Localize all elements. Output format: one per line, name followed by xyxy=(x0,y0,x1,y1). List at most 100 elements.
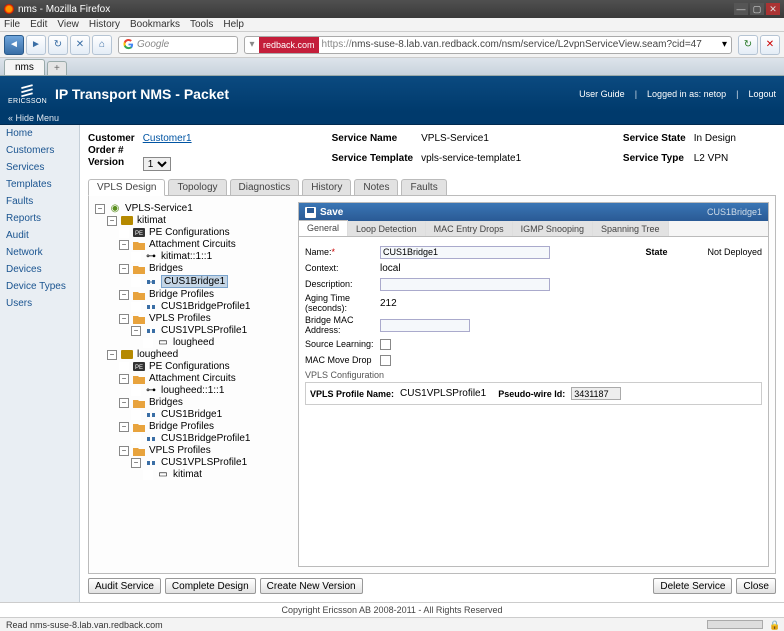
tree-br2[interactable]: CUS1Bridge1 xyxy=(161,409,222,420)
tree-expander[interactable]: − xyxy=(119,290,129,300)
tree-vp1-child[interactable]: lougheed xyxy=(173,337,214,348)
tree-bridges[interactable]: Bridges xyxy=(149,397,183,408)
tree-bridge-profiles[interactable]: Bridge Profiles xyxy=(149,289,214,300)
sidebar-item-network[interactable]: Network xyxy=(0,244,79,261)
tree-ac2[interactable]: lougheed::1::1 xyxy=(161,385,224,396)
menu-tools[interactable]: Tools xyxy=(190,19,213,30)
complete-design-button[interactable]: Complete Design xyxy=(165,578,256,594)
tree-pe-config[interactable]: PE Configurations xyxy=(149,361,230,372)
save-button[interactable]: Save xyxy=(305,207,343,218)
sidebar-item-customers[interactable]: Customers xyxy=(0,142,79,159)
tree-expander[interactable]: − xyxy=(119,398,129,408)
tree-expander[interactable]: − xyxy=(131,458,141,468)
abp-icon[interactable]: ✕ xyxy=(760,35,780,55)
name-input[interactable] xyxy=(380,246,550,259)
audit-service-button[interactable]: Audit Service xyxy=(88,578,161,594)
menu-bookmarks[interactable]: Bookmarks xyxy=(130,19,180,30)
tree-ac1[interactable]: kitimat::1::1 xyxy=(161,251,212,262)
tree-expander[interactable]: − xyxy=(119,374,129,384)
site-identity-badge[interactable]: redback.com xyxy=(259,37,319,53)
tree-vpls-profiles[interactable]: VPLS Profiles xyxy=(149,445,211,456)
menu-history[interactable]: History xyxy=(89,19,120,30)
tree-bp1[interactable]: CUS1BridgeProfile1 xyxy=(161,301,251,312)
tree-expander[interactable]: − xyxy=(119,314,129,324)
tree-expander[interactable]: − xyxy=(107,350,117,360)
sidebar-item-users[interactable]: Users xyxy=(0,295,79,312)
tree-expander[interactable]: − xyxy=(119,446,129,456)
form-tab-loop[interactable]: Loop Detection xyxy=(348,221,426,236)
create-new-version-button[interactable]: Create New Version xyxy=(260,578,363,594)
sidebar-item-faults[interactable]: Faults xyxy=(0,193,79,210)
new-tab-button[interactable]: + xyxy=(47,61,67,75)
maximize-button[interactable]: ▢ xyxy=(750,3,764,15)
sidebar-item-home[interactable]: Home xyxy=(0,125,79,142)
stop-button[interactable]: ✕ xyxy=(70,35,90,55)
tab-diagnostics[interactable]: Diagnostics xyxy=(230,179,300,195)
forward-button[interactable]: ► xyxy=(26,35,46,55)
form-tab-mac-drops[interactable]: MAC Entry Drops xyxy=(426,221,513,236)
tree-pe-config[interactable]: PE Configurations xyxy=(149,227,230,238)
tab-vpls-design[interactable]: VPLS Design xyxy=(88,179,165,196)
form-tab-igmp[interactable]: IGMP Snooping xyxy=(513,221,593,236)
browser-tab[interactable]: nms xyxy=(4,59,45,75)
dropdown-icon[interactable]: ▾ xyxy=(245,39,259,50)
description-input[interactable] xyxy=(380,278,550,291)
sidebar-item-audit[interactable]: Audit xyxy=(0,227,79,244)
tree-bp2[interactable]: CUS1BridgeProfile1 xyxy=(161,433,251,444)
reload-button[interactable]: ↻ xyxy=(48,35,68,55)
form-tab-general[interactable]: General xyxy=(299,220,348,236)
lock-icon: 🔒 xyxy=(769,620,778,629)
tab-topology[interactable]: Topology xyxy=(168,179,226,195)
tree-service[interactable]: VPLS-Service1 xyxy=(125,203,193,214)
tree-expander[interactable]: − xyxy=(119,240,129,250)
tree-bridge-cus1[interactable]: CUS1Bridge1 xyxy=(161,275,228,288)
pseudowire-id-input[interactable] xyxy=(571,387,621,400)
tab-notes[interactable]: Notes xyxy=(354,179,398,195)
refresh-button[interactable]: ↻ xyxy=(738,35,758,55)
tree-ne-kitimat[interactable]: kitimat xyxy=(137,215,166,226)
tree-vp2-child[interactable]: kitimat xyxy=(173,469,202,480)
hide-menu-toggle[interactable]: « Hide Menu xyxy=(0,112,784,125)
menu-file[interactable]: File xyxy=(4,19,20,30)
tree-expander[interactable]: − xyxy=(107,216,117,226)
sidebar-item-services[interactable]: Services xyxy=(0,159,79,176)
tree-bridges[interactable]: Bridges xyxy=(149,263,183,274)
form-tab-stp[interactable]: Spanning Tree xyxy=(593,221,669,236)
tree-expander[interactable]: − xyxy=(119,422,129,432)
tree-expander[interactable]: − xyxy=(95,204,105,214)
tree-expander[interactable]: − xyxy=(119,264,129,274)
close-button[interactable]: Close xyxy=(736,578,776,594)
menu-edit[interactable]: Edit xyxy=(30,19,47,30)
mac-move-drop-checkbox[interactable] xyxy=(380,355,391,366)
search-box[interactable]: Google xyxy=(118,36,238,54)
menu-view[interactable]: View xyxy=(57,19,79,30)
menu-help[interactable]: Help xyxy=(223,19,244,30)
home-button[interactable]: ⌂ xyxy=(92,35,112,55)
url-dropdown-icon[interactable]: ▾ xyxy=(718,39,731,50)
sidebar-item-templates[interactable]: Templates xyxy=(0,176,79,193)
tree-attach-circuits[interactable]: Attachment Circuits xyxy=(149,239,236,250)
delete-service-button[interactable]: Delete Service xyxy=(653,578,732,594)
close-window-button[interactable]: ✕ xyxy=(766,3,780,15)
tree-vpls-profiles[interactable]: VPLS Profiles xyxy=(149,313,211,324)
sidebar-item-device-types[interactable]: Device Types xyxy=(0,278,79,295)
url-bar[interactable]: ▾ redback.com https://nms-suse-8.lab.van… xyxy=(244,36,732,54)
bridge-mac-input[interactable] xyxy=(380,319,470,332)
tree-ne-lougheed[interactable]: lougheed xyxy=(137,349,178,360)
tree-expander[interactable]: − xyxy=(131,326,141,336)
tree-bridge-profiles[interactable]: Bridge Profiles xyxy=(149,421,214,432)
sidebar-item-reports[interactable]: Reports xyxy=(0,210,79,227)
back-button[interactable]: ◄ xyxy=(4,35,24,55)
tree-attach-circuits[interactable]: Attachment Circuits xyxy=(149,373,236,384)
sidebar-item-devices[interactable]: Devices xyxy=(0,261,79,278)
tab-history[interactable]: History xyxy=(302,179,351,195)
version-select[interactable]: 1 xyxy=(143,157,171,171)
tab-faults[interactable]: Faults xyxy=(401,179,446,195)
tree-vp2[interactable]: CUS1VPLSProfile1 xyxy=(161,457,247,468)
tree-vp1[interactable]: CUS1VPLSProfile1 xyxy=(161,325,247,336)
source-learning-checkbox[interactable] xyxy=(380,339,391,350)
minimize-button[interactable]: — xyxy=(734,3,748,15)
user-guide-link[interactable]: User Guide xyxy=(579,89,625,99)
customer-link[interactable]: Customer1 xyxy=(143,133,192,144)
logout-link[interactable]: Logout xyxy=(748,89,776,99)
